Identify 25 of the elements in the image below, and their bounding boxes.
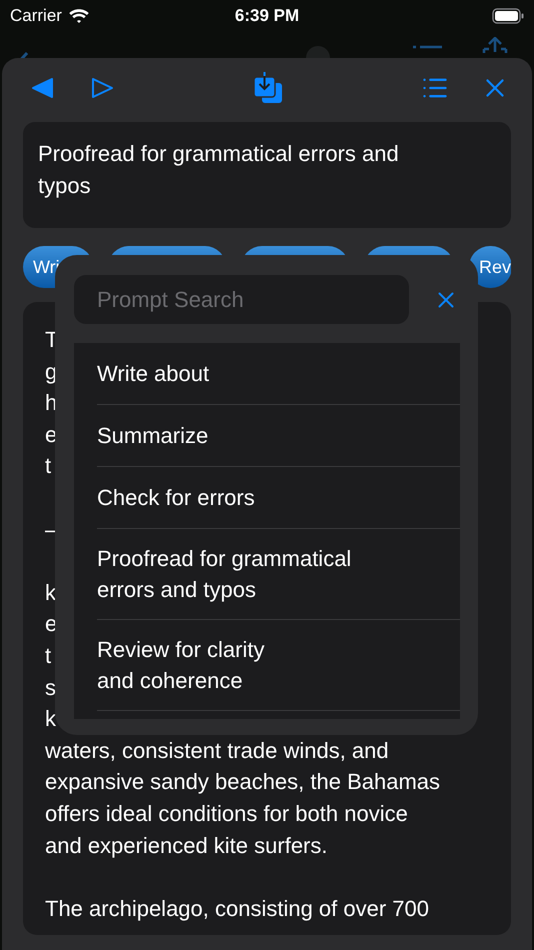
carrier-label: Carrier	[10, 6, 62, 26]
document-text-line: The archipelago, consisting of over 700	[45, 896, 430, 921]
prompt-list-item[interactable]: Proofread for grammatical errors and typos	[97, 529, 460, 620]
document-text-line: expansive sandy beaches, the Bahamas	[45, 769, 440, 794]
search-field[interactable]: Prompt Search	[74, 275, 409, 324]
document-text-line: t	[45, 453, 52, 478]
prompt-list-item[interactable]: Check for errors	[97, 467, 460, 529]
document-text-line: offers ideal conditions for both novice	[45, 800, 408, 826]
document-text-line: k	[45, 706, 56, 732]
previous-icon[interactable]	[31, 77, 55, 99]
prompt-list-item[interactable]: Review for clarity and coherence	[97, 620, 460, 711]
prompt-list-item[interactable]: Summarize	[97, 405, 460, 467]
stacked-download-icon[interactable]	[252, 72, 284, 104]
document-text-line: and experienced kite surfers.	[45, 832, 328, 858]
document-text-line: t	[45, 642, 52, 668]
document-text-line: k	[45, 580, 56, 605]
status-time: 6:39 PM	[234, 6, 300, 26]
battery-icon	[492, 8, 524, 24]
next-icon[interactable]	[90, 77, 114, 99]
prompt-list-item[interactable]: Write about	[97, 343, 460, 405]
share-icon[interactable]	[480, 37, 510, 53]
document-text-line: waters, consistent trade winds, and	[45, 738, 389, 763]
wifi-icon	[68, 8, 90, 24]
document-text-line: s	[45, 674, 56, 700]
prompt-text[interactable]: Proofread for grammatical errors and typos	[23, 122, 511, 228]
